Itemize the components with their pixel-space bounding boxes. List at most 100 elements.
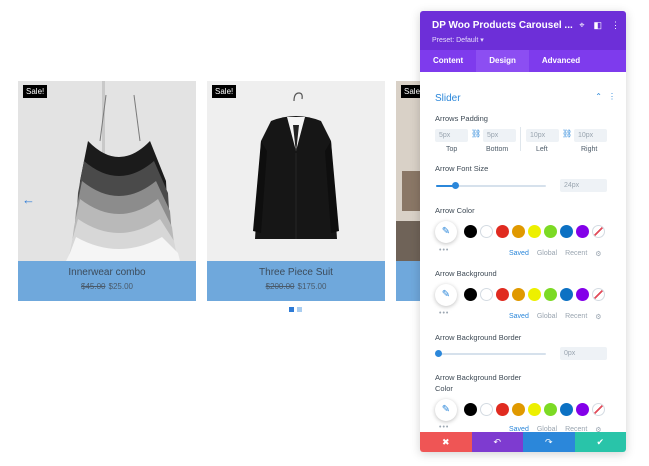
- preset-dropdown[interactable]: Preset: Default ▾: [432, 36, 484, 44]
- panel-body: Slider ⌃ ⋮ Arrows Padding 5px ⛓ 5px Top …: [420, 72, 626, 432]
- panel-title: DP Woo Products Carousel ...: [432, 20, 573, 31]
- swatch-none-icon[interactable]: [592, 288, 605, 301]
- tab-design[interactable]: Design: [476, 50, 529, 72]
- section-title-slider[interactable]: Slider: [435, 93, 461, 104]
- more-colors-icon[interactable]: •••: [439, 310, 449, 317]
- target-icon[interactable]: ⌖: [579, 20, 584, 31]
- palette-tabs: Saved Global Recent ⚙: [509, 313, 602, 321]
- section-more-icon[interactable]: ⋮: [608, 92, 616, 101]
- padding-right-label: Right: [581, 146, 598, 153]
- sale-badge: Sale!: [23, 85, 48, 98]
- product-price: $45.00 $25.00: [18, 282, 196, 291]
- border-color-label-line1: Arrow Background Border: [435, 373, 522, 382]
- padding-top-label: Top: [446, 146, 458, 153]
- swatch-none-icon[interactable]: [592, 225, 605, 238]
- carousel-prev-arrow[interactable]: ←: [22, 193, 35, 206]
- swatch-red[interactable]: [496, 225, 509, 238]
- product-info[interactable]: Three Piece Suit $200.00 $175.00: [207, 261, 385, 301]
- padding-left-input[interactable]: 10px: [526, 129, 559, 142]
- swatch-blue[interactable]: [560, 225, 573, 238]
- tab-advanced[interactable]: Advanced: [529, 50, 593, 72]
- padding-bottom-input[interactable]: 5px: [483, 129, 516, 142]
- swatch-blue[interactable]: [560, 288, 573, 301]
- arrow-font-size-input[interactable]: 24px: [560, 179, 607, 192]
- layout-icon[interactable]: ◧: [593, 20, 602, 31]
- padding-right-input[interactable]: 10px: [574, 129, 607, 142]
- color-picker-icon[interactable]: ✎: [435, 221, 457, 243]
- swatch-purple[interactable]: [576, 225, 589, 238]
- arrow-background-label: Arrow Background: [435, 269, 497, 278]
- pagination-dot[interactable]: [297, 307, 302, 312]
- more-options-icon[interactable]: ⋮: [611, 20, 620, 31]
- swatch-purple[interactable]: [576, 403, 589, 416]
- save-button[interactable]: ✔: [574, 432, 626, 452]
- border-slider-track[interactable]: [436, 353, 546, 355]
- swatch-black[interactable]: [464, 288, 477, 301]
- swatch-red[interactable]: [496, 288, 509, 301]
- border-slider-handle[interactable]: [435, 350, 442, 357]
- page: Sale! Innerwear combo $45.00 $25.00 Sale!: [0, 0, 649, 466]
- swatch-yellow[interactable]: [528, 403, 541, 416]
- swatch-yellow[interactable]: [528, 288, 541, 301]
- arrow-background-border-label: Arrow Background Border: [435, 333, 522, 342]
- swatch-orange[interactable]: [512, 403, 525, 416]
- palette-tab-global[interactable]: Global: [537, 250, 557, 258]
- header-icons: ⌖ ◧ ⋮: [579, 20, 620, 31]
- swatch-black[interactable]: [464, 225, 477, 238]
- swatch-red[interactable]: [496, 403, 509, 416]
- arrows-padding-label: Arrows Padding: [435, 114, 488, 123]
- redo-button[interactable]: ↷: [523, 432, 575, 452]
- product-card[interactable]: Sale! Innerwear combo $45.00 $25.00: [18, 81, 196, 301]
- palette-settings-icon[interactable]: ⚙: [595, 313, 601, 321]
- undo-button[interactable]: ↶: [471, 432, 523, 452]
- product-image[interactable]: Sale!: [18, 81, 196, 261]
- pagination-dot-active[interactable]: [289, 307, 294, 312]
- swatch-yellow[interactable]: [528, 225, 541, 238]
- arrow-background-border-input[interactable]: 0px: [560, 347, 607, 360]
- tab-content[interactable]: Content: [420, 50, 476, 72]
- product-card[interactable]: Sale! Three Piece Suit $200.00 $175.00: [207, 81, 385, 301]
- palette-tab-saved[interactable]: Saved: [509, 313, 529, 321]
- palette-tab-recent[interactable]: Recent: [565, 313, 587, 321]
- panel-footer: ✖ ↶ ↷ ✔: [420, 432, 626, 452]
- cancel-button[interactable]: ✖: [420, 432, 472, 452]
- palette-tab-global[interactable]: Global: [537, 313, 557, 321]
- link-horizontal-icon[interactable]: ⛓: [562, 129, 572, 138]
- swatch-orange[interactable]: [512, 288, 525, 301]
- swatch-purple[interactable]: [576, 288, 589, 301]
- swatch-white[interactable]: [480, 288, 493, 301]
- swatch-none-icon[interactable]: [592, 403, 605, 416]
- arrow-font-size-label: Arrow Font Size: [435, 164, 489, 173]
- swatch-green[interactable]: [544, 288, 557, 301]
- suit-image: [207, 81, 385, 261]
- collapse-icon[interactable]: ⌃: [595, 92, 602, 101]
- product-price: $200.00 $175.00: [207, 282, 385, 291]
- product-name[interactable]: Three Piece Suit: [207, 267, 385, 278]
- more-colors-icon[interactable]: •••: [439, 247, 449, 254]
- palette-settings-icon[interactable]: ⚙: [595, 250, 601, 258]
- swatch-white[interactable]: [480, 225, 493, 238]
- product-name[interactable]: Innerwear combo: [18, 267, 196, 278]
- padding-left-label: Left: [536, 146, 548, 153]
- swatch-blue[interactable]: [560, 403, 573, 416]
- color-swatches: [464, 403, 605, 416]
- color-picker-icon[interactable]: ✎: [435, 399, 457, 421]
- swatch-white[interactable]: [480, 403, 493, 416]
- swatch-black[interactable]: [464, 403, 477, 416]
- swatch-green[interactable]: [544, 225, 557, 238]
- color-swatches: [464, 225, 605, 238]
- color-picker-icon[interactable]: ✎: [435, 284, 457, 306]
- more-colors-icon[interactable]: •••: [439, 424, 449, 431]
- old-price: $45.00: [81, 282, 106, 291]
- padding-top-input[interactable]: 5px: [435, 129, 468, 142]
- link-vertical-icon[interactable]: ⛓: [471, 129, 481, 138]
- palette-tab-saved[interactable]: Saved: [509, 250, 529, 258]
- product-image[interactable]: Sale!: [207, 81, 385, 261]
- swatch-orange[interactable]: [512, 225, 525, 238]
- module-settings-panel: DP Woo Products Carousel ... Preset: Def…: [420, 11, 626, 452]
- palette-tab-recent[interactable]: Recent: [565, 250, 587, 258]
- font-size-slider-handle[interactable]: [452, 182, 459, 189]
- sale-badge: Sale!: [212, 85, 237, 98]
- swatch-green[interactable]: [544, 403, 557, 416]
- product-info[interactable]: Innerwear combo $45.00 $25.00: [18, 261, 196, 301]
